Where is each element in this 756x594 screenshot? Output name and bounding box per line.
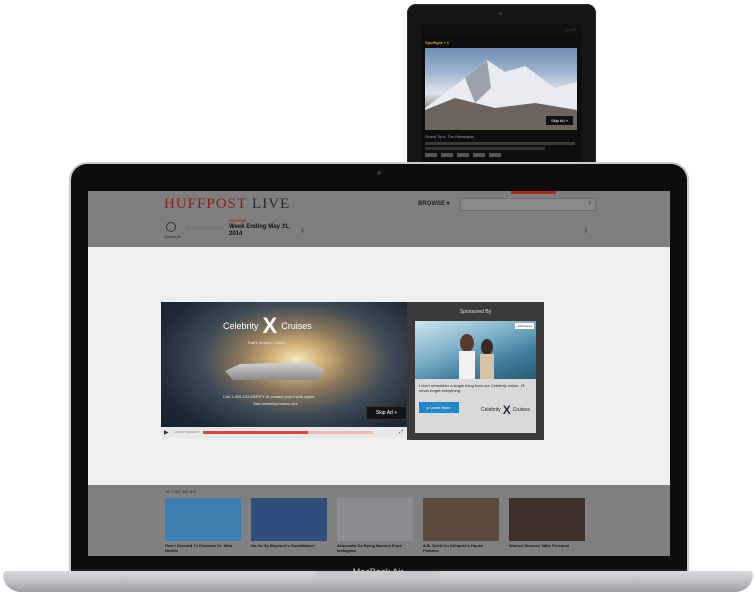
- ad-brand-logo: Celebrity X Cruises: [223, 313, 312, 338]
- chevron-right-icon[interactable]: ›: [584, 225, 587, 236]
- news-thumbnail: [423, 498, 499, 541]
- tablet-skip-ad-button[interactable]: Skip Ad »: [546, 116, 573, 125]
- logo-primary: HUFFPOST: [164, 196, 248, 212]
- clock-icon[interactable]: [166, 222, 176, 232]
- tablet-device: • • • ≡ Spotlight » 1 Skip Ad » Grand To…: [407, 4, 596, 169]
- news-thumbnail: [509, 498, 585, 541]
- on-now-label: ON NOW: [229, 218, 246, 223]
- tablet-share-buttons: [425, 153, 501, 157]
- menu-dots-icon[interactable]: • • • ≡: [566, 27, 576, 32]
- tablet-text-line: [425, 147, 545, 150]
- sponsored-label: Sponsored By: [459, 309, 492, 315]
- sponsor-logo-right: Cruises: [512, 407, 530, 413]
- ad-call-text: Call 1-800-CELEBRITY or contact your tra…: [223, 394, 315, 399]
- news-header: IN THE NEWS: [165, 489, 197, 494]
- tablet-video-caption: Grand Tour: The Himalayas: [425, 134, 474, 139]
- news-caption: Artcurafts On Being Banned From Instagra…: [337, 543, 402, 553]
- search-icon[interactable]: ⌕: [588, 200, 592, 208]
- schedule-bar: Schedule SCHEDULE LIVE ON NOW Week Endin…: [88, 215, 670, 245]
- on-now-title[interactable]: Week Ending May 31, 2014: [229, 224, 293, 238]
- active-tab-indicator: [511, 191, 556, 194]
- news-item[interactable]: Artcurafts On Being Banned From Instagra…: [337, 498, 413, 553]
- news-item[interactable]: A.B. Scott On DiCaprio's House Pictures: [423, 498, 499, 553]
- laptop-screen: HUFFPOST LIVE BROWSE ▾ ⌕ Schedule SCHEDUL…: [88, 191, 670, 556]
- schedule-label[interactable]: Schedule: [164, 234, 181, 239]
- cruise-ship-image: [225, 362, 325, 380]
- news-caption: How I Decided To Embrace Dr. Who Neville: [165, 543, 233, 553]
- tablet-screen: • • • ≡ Spotlight » 1 Skip Ad » Grand To…: [421, 24, 582, 162]
- laptop-camera: [377, 171, 381, 175]
- news-caption: Ne-Yo On Beyoncé's Surveillance: [251, 543, 315, 548]
- ad-url-text: Visit celebritycruises.com: [253, 401, 298, 406]
- news-caption: A.B. Scott On DiCaprio's House Pictures: [423, 543, 484, 553]
- progress-bar[interactable]: [203, 431, 373, 434]
- video-ad-player[interactable]: Celebrity X Cruises That's Modern Luxury…: [161, 302, 407, 438]
- share-button[interactable]: [473, 153, 485, 157]
- tablet-camera: [499, 12, 502, 15]
- news-caption: Women Discuss Talks Personal: [509, 543, 569, 548]
- news-item[interactable]: Women Discuss Talks Personal: [509, 498, 585, 548]
- sponsor-logo-x: X: [502, 403, 511, 417]
- tablet-section-title: Spotlight » 1: [425, 40, 449, 45]
- sponsor-logo-left: Celebrity: [481, 407, 501, 413]
- in-the-news-section: IN THE NEWS How I Decided To Embrace Dr.…: [88, 485, 670, 556]
- laptop-lid: HUFFPOST LIVE BROWSE ▾ ⌕ Schedule SCHEDUL…: [71, 164, 687, 569]
- share-button[interactable]: [489, 153, 501, 157]
- share-button[interactable]: [441, 153, 453, 157]
- sponsor-text: I don't remember a single thing from our…: [419, 383, 525, 393]
- site-logo[interactable]: HUFFPOST LIVE: [164, 196, 290, 213]
- progress-fill: [203, 431, 309, 434]
- share-button[interactable]: [425, 153, 437, 157]
- tablet-video-player[interactable]: Skip Ad »: [425, 48, 577, 130]
- learn-more-button[interactable]: ▸ Learn More: [419, 402, 459, 413]
- sponsored-ad-card[interactable]: AdChoices I don't remember a single thin…: [415, 321, 536, 433]
- sponsor-logo: Celebrity X Cruises: [481, 403, 530, 417]
- brand-right: Cruises: [281, 321, 312, 331]
- chevron-left-icon[interactable]: ‹: [301, 225, 304, 236]
- couple-image: [459, 334, 494, 379]
- news-thumbnail: [251, 498, 327, 541]
- share-button[interactable]: [457, 153, 469, 157]
- play-icon[interactable]: ▶: [164, 429, 169, 436]
- search-input[interactable]: ⌕: [460, 198, 596, 211]
- tablet-text-line: [425, 142, 575, 145]
- site-header: HUFFPOST LIVE BROWSE ▾ ⌕ Schedule SCHEDUL…: [88, 191, 670, 247]
- sponsor-image: AdChoices: [415, 321, 536, 379]
- news-thumbnail: [337, 498, 413, 541]
- ad-tagline: That's Modern Luxury: [247, 340, 286, 345]
- laptop-base: MacBook Air: [3, 567, 753, 592]
- laptop-model-label: MacBook Air: [352, 567, 404, 577]
- controls-label: ADVERTISEMENT: [174, 430, 200, 434]
- adchoices-badge[interactable]: AdChoices: [515, 323, 534, 329]
- fullscreen-icon[interactable]: ⤢: [399, 429, 403, 435]
- brand-x-mark: X: [262, 313, 278, 338]
- full-schedule-link[interactable]: SCHEDULE LIVE: [185, 226, 224, 232]
- news-item[interactable]: Ne-Yo On Beyoncé's Surveillance: [251, 498, 327, 548]
- news-item[interactable]: How I Decided To Embrace Dr. Who Neville: [165, 498, 241, 553]
- sponsored-panel: Sponsored By AdChoices I don't remember …: [407, 302, 544, 440]
- tablet-topbar: • • • ≡: [421, 24, 582, 34]
- logo-secondary: LIVE: [252, 196, 291, 212]
- browse-menu[interactable]: BROWSE ▾: [418, 200, 450, 207]
- skip-ad-button[interactable]: Skip Ad »: [365, 406, 407, 420]
- player-controls: ▶ ADVERTISEMENT ⤢: [161, 427, 407, 438]
- brand-left: Celebrity: [223, 321, 259, 331]
- news-thumbnail: [165, 498, 241, 541]
